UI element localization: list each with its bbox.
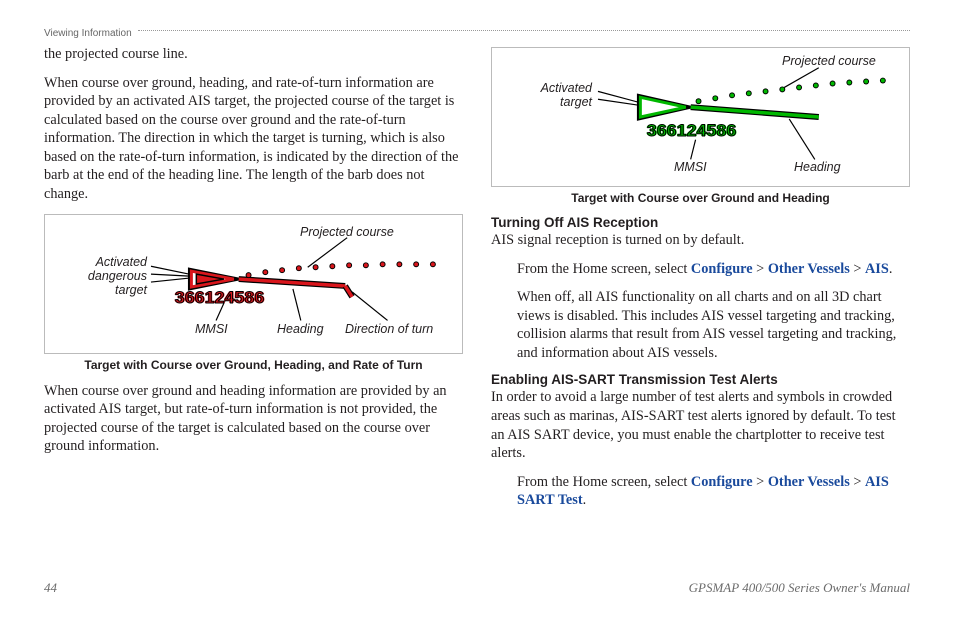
p-ais-off-effect: When off, all AIS functionality on all c… — [517, 288, 910, 362]
paragraph-cog-heading-only: When course over ground and heading info… — [44, 382, 463, 456]
page-footer: 44 GPSMAP 400/500 Series Owner's Manual — [44, 580, 910, 596]
right-column: Projected course Activated target MMSI H… — [491, 45, 910, 520]
link-configure-2[interactable]: Configure — [691, 474, 753, 490]
section-label: Viewing Information — [44, 28, 132, 39]
link-ais[interactable]: AIS — [865, 261, 889, 277]
figure-target-heading: Projected course Activated target MMSI H… — [491, 47, 910, 187]
step-ais-sart: From the Home screen, select Configure >… — [517, 473, 910, 510]
heading-ais-sart: Enabling AIS-SART Transmission Test Aler… — [491, 372, 910, 387]
callout-heading: Heading — [277, 322, 324, 336]
link-other-vessels[interactable]: Other Vessels — [768, 261, 850, 277]
callout-activated: Activated dangerous target — [77, 255, 147, 297]
link-other-vessels-2[interactable]: Other Vessels — [768, 474, 850, 490]
callout-projected-2: Projected course — [782, 54, 876, 68]
paragraph-cog-heading-rot: When course over ground, heading, and ra… — [44, 74, 463, 204]
p-ais-sart: In order to avoid a large number of test… — [491, 388, 910, 462]
content-columns: the projected course line. When course o… — [44, 45, 910, 520]
caption-fig1: Target with Course over Ground, Heading,… — [44, 358, 463, 372]
mmsi-number-2: 366124586 — [647, 121, 737, 141]
page-header: Viewing Information — [44, 28, 910, 39]
intro-fragment: the projected course line. — [44, 45, 463, 64]
figure-target-rot: Projected course Activated dangerous tar… — [44, 214, 463, 354]
left-column: the projected course line. When course o… — [44, 45, 463, 520]
callout-heading-2: Heading — [794, 160, 841, 174]
manual-title: GPSMAP 400/500 Series Owner's Manual — [689, 580, 910, 596]
link-configure[interactable]: Configure — [691, 261, 753, 277]
step-text: From the Home screen, select — [517, 261, 691, 277]
caption-fig2: Target with Course over Ground and Headi… — [491, 191, 910, 205]
header-rule — [138, 30, 910, 31]
callout-mmsi-2: MMSI — [674, 160, 707, 174]
p-ais-default: AIS signal reception is turned on by def… — [491, 231, 910, 250]
step-turn-off-ais: From the Home screen, select Configure >… — [517, 260, 910, 279]
mmsi-number: 366124586 — [175, 288, 265, 308]
callout-activated-2: Activated target — [532, 81, 592, 109]
step-text-2: From the Home screen, select — [517, 474, 691, 490]
heading-turn-off-ais: Turning Off AIS Reception — [491, 215, 910, 230]
callout-projected: Projected course — [300, 225, 394, 239]
page-number: 44 — [44, 580, 57, 596]
callout-mmsi: MMSI — [195, 322, 228, 336]
callout-dir-turn: Direction of turn — [345, 322, 433, 336]
